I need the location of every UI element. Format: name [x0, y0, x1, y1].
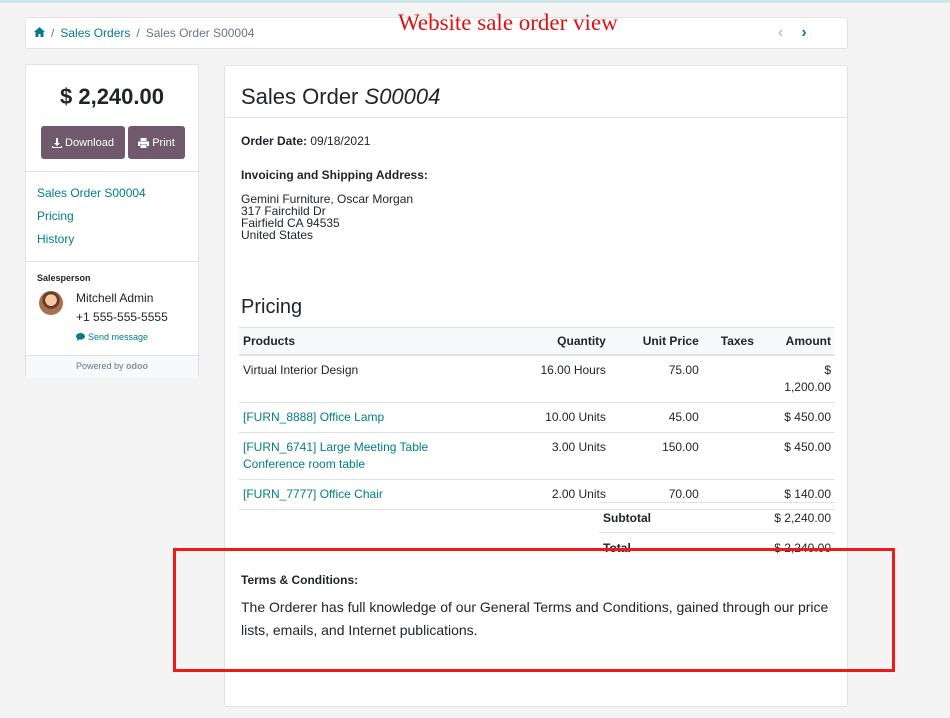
- sidebar-nav-history[interactable]: History: [37, 232, 74, 246]
- table-row: Virtual Interior Design 16.00 Hours 75.0…: [239, 355, 835, 403]
- order-sidebar: $ 2,240.00 Download Print Sales Order S0…: [25, 64, 199, 378]
- title-prefix: Sales Order: [241, 84, 359, 109]
- breadcrumb-current: Sales Order S00004: [145, 26, 255, 40]
- col-quantity: Quantity: [493, 327, 610, 356]
- download-button[interactable]: Download: [41, 126, 125, 159]
- sidebar-nav-order[interactable]: Sales Order S00004: [37, 186, 146, 200]
- col-unit-price: Unit Price: [609, 327, 703, 356]
- line-product-link[interactable]: [FURN_6741] Large Meeting Table: [243, 439, 489, 456]
- download-icon: [52, 137, 63, 148]
- top-accent-line: [0, 0, 950, 3]
- download-label: Download: [65, 136, 114, 149]
- col-taxes: Taxes: [702, 327, 781, 356]
- send-message-link[interactable]: Send message: [76, 332, 148, 342]
- print-button[interactable]: Print: [128, 126, 185, 159]
- col-products: Products: [239, 327, 494, 356]
- breadcrumb-separator: /: [51, 26, 55, 40]
- page-title: Sales Order S00004: [241, 84, 440, 110]
- line-unit-price: 45.00: [609, 402, 703, 433]
- line-unit-price: 75.00: [609, 355, 703, 403]
- line-taxes: [702, 402, 781, 433]
- line-product: Virtual Interior Design: [239, 355, 494, 403]
- print-icon: [138, 137, 150, 148]
- table-row: [FURN_8888] Office Lamp 10.00 Units 45.0…: [239, 402, 835, 433]
- previous-record-icon[interactable]: ‹: [778, 24, 783, 42]
- line-amount: $ 450.00: [780, 432, 835, 480]
- line-unit-price: 150.00: [609, 432, 703, 480]
- record-pager: ‹ ›: [778, 24, 807, 42]
- line-amount: $ 1,200.00: [780, 355, 835, 403]
- address-line: United States: [241, 228, 314, 242]
- line-quantity: 10.00 Units: [493, 402, 610, 433]
- sidebar-divider: [26, 171, 198, 172]
- salesperson-label: Salesperson: [37, 273, 91, 283]
- chat-bubble-icon: [76, 333, 85, 341]
- sidebar-divider: [26, 261, 198, 262]
- send-message-label: Send message: [88, 332, 149, 342]
- subtotal-label: Subtotal: [599, 502, 709, 533]
- line-quantity: 16.00 Hours: [493, 355, 610, 403]
- powered-by-footer: Powered by odoo: [26, 355, 198, 378]
- annotation-label: Website sale order view: [398, 10, 618, 35]
- next-record-icon[interactable]: ›: [801, 24, 806, 42]
- col-amount: Amount: [780, 327, 835, 356]
- line-quantity: 3.00 Units: [493, 432, 610, 480]
- breadcrumb-separator: /: [136, 26, 140, 40]
- pricing-heading: Pricing: [241, 296, 303, 318]
- order-date-label: Order Date:: [241, 134, 308, 148]
- line-amount: $ 450.00: [780, 402, 835, 433]
- line-taxes: [702, 355, 781, 403]
- order-total-amount: $ 2,240.00: [60, 84, 164, 109]
- subtotal-value: $ 2,240.00: [708, 502, 835, 533]
- order-date: Order Date: 09/18/2021: [241, 134, 370, 148]
- line-product-link[interactable]: [FURN_8888] Office Lamp: [243, 410, 384, 424]
- address-block: Gemini Furniture, Oscar Morgan 317 Fairc…: [241, 193, 413, 241]
- line-quantity: 2.00 Units: [493, 479, 610, 510]
- odoo-logo[interactable]: odoo: [126, 361, 148, 371]
- address-label: Invoicing and Shipping Address:: [241, 168, 428, 182]
- breadcrumb: / Sales Orders / Sales Order S00004: [34, 26, 254, 40]
- line-product-description[interactable]: Conference room table: [243, 456, 489, 473]
- highlight-box: [173, 548, 895, 672]
- order-date-value: 09/18/2021: [310, 134, 371, 148]
- sidebar-nav-pricing[interactable]: Pricing: [37, 209, 74, 223]
- line-product-link[interactable]: [FURN_7777] Office Chair: [243, 487, 383, 501]
- line-taxes: [702, 432, 781, 480]
- title-divider: [225, 117, 847, 118]
- salesperson-name: Mitchell Admin: [76, 291, 154, 305]
- order-lines-table: Products Quantity Unit Price Taxes Amoun…: [239, 327, 835, 510]
- table-header-row: Products Quantity Unit Price Taxes Amoun…: [239, 327, 835, 356]
- table-row: [FURN_6741] Large Meeting Table Conferen…: [239, 432, 835, 480]
- breadcrumb-sales-orders[interactable]: Sales Orders: [60, 26, 130, 40]
- avatar: [39, 291, 63, 315]
- home-icon[interactable]: [34, 26, 45, 40]
- salesperson-phone: +1 555-555-5555: [76, 310, 168, 324]
- subtotal-row: Subtotal $ 2,240.00: [599, 502, 835, 533]
- print-label: Print: [152, 136, 175, 149]
- order-number: S00004: [364, 84, 441, 109]
- powered-by-label: Powered by: [75, 361, 124, 371]
